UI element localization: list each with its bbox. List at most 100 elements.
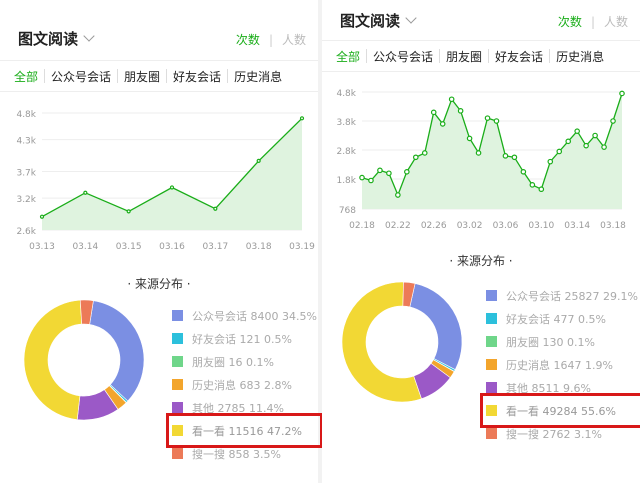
data-point — [466, 135, 473, 142]
legend-label: 看一看 49284 55.6% — [506, 404, 616, 418]
y-tick-label: 4.8k — [336, 89, 356, 99]
data-point — [619, 90, 625, 97]
x-tick-label: 03.13 — [29, 242, 55, 252]
tab-history[interactable]: 历史消息 — [550, 48, 610, 65]
data-point — [520, 168, 527, 175]
x-tick-label: 03.10 — [528, 221, 554, 231]
reads-trend-chart: 4.8k 3.8k 2.8k 1.8k 768 02.18 02.22 02.26 03.02 0… — [336, 89, 626, 231]
legend-label: 搜一搜 2762 3.1% — [506, 427, 602, 441]
data-point — [574, 128, 580, 134]
legend-label: 好友会话 477 0.5% — [506, 312, 606, 326]
x-tick-label: 02.18 — [349, 221, 375, 231]
x-tick-label: 03.14 — [564, 221, 590, 231]
panel-title[interactable]: 图文阅读 — [340, 10, 400, 31]
x-tick-label: 03.02 — [457, 221, 483, 231]
data-point — [359, 174, 365, 181]
tab-friend-chat[interactable]: 好友会话 — [489, 48, 549, 65]
source-donut-chart — [341, 281, 463, 403]
legend-item: 其他 8511 9.6% — [486, 376, 638, 399]
data-point — [126, 209, 131, 214]
donut-slice — [409, 283, 463, 371]
legend-item: 公众号会话 25827 29.1% — [486, 284, 638, 307]
tab-all[interactable]: 全部 — [8, 68, 44, 85]
data-point — [547, 158, 554, 165]
series-area — [362, 93, 622, 209]
data-point — [610, 118, 616, 124]
reads-trend-chart: 4.8k 4.3k 3.7k 3.2k 2.6k 03.13 03.14 03.15 03.16… — [16, 110, 315, 252]
x-tick-label: 02.22 — [385, 221, 411, 231]
y-tick-label: 3.2k — [16, 195, 36, 205]
tab-moments[interactable]: 朋友圈 — [118, 68, 166, 85]
legend-label: 朋友圈 130 0.1% — [506, 335, 595, 349]
data-point — [412, 154, 419, 161]
metric-count-toggle[interactable]: 次数 — [558, 15, 582, 29]
data-point — [368, 177, 374, 184]
right-panel: 图文阅读 次数 | 人数 全部 公众号会话 朋友圈 好友会话 历史消息 4.8k 3.… — [322, 0, 640, 483]
data-point — [299, 116, 305, 121]
data-point — [529, 182, 536, 188]
data-point — [386, 170, 392, 177]
legend-swatch — [486, 428, 497, 439]
data-point — [169, 185, 175, 190]
metric-switch: 次数 | 人数 — [236, 31, 306, 48]
legend-swatch — [486, 405, 497, 416]
y-tick-label: 2.8k — [336, 147, 356, 157]
legend-item-highlighted: 看一看 11516 47.2% — [166, 413, 323, 448]
chevron-down-icon[interactable] — [405, 12, 417, 24]
data-point — [601, 144, 607, 150]
panel-header: 图文阅读 次数 | 人数 — [18, 28, 306, 54]
legend-label: 其他 2785 11.4% — [192, 401, 284, 415]
legend-label: 朋友圈 16 0.1% — [192, 355, 274, 369]
data-point — [213, 206, 218, 211]
tab-official-account[interactable]: 公众号会话 — [45, 68, 117, 85]
series-area — [42, 118, 302, 230]
legend-item: 朋友圈 16 0.1% — [172, 350, 317, 373]
metric-users-toggle[interactable]: 人数 — [282, 33, 306, 47]
data-point — [502, 153, 509, 159]
data-point — [421, 150, 428, 156]
metric-users-toggle[interactable]: 人数 — [604, 15, 628, 29]
source-legend: 公众号会话 8400 34.5% 好友会话 121 0.5% 朋友圈 16 0.1%… — [166, 304, 323, 465]
source-distribution-title: · 来源分布 · — [449, 254, 513, 268]
legend-item: 朋友圈 130 0.1% — [486, 330, 638, 353]
data-point — [39, 214, 45, 219]
metric-separator: | — [590, 15, 595, 29]
legend-item: 搜一搜 858 3.5% — [172, 442, 317, 465]
left-panel: 图文阅读 次数 | 人数 全部 公众号会话 朋友圈 好友会话 历史消息 4.8k 4.… — [0, 0, 323, 483]
data-point — [592, 132, 598, 139]
tab-official-account[interactable]: 公众号会话 — [367, 48, 439, 65]
metric-separator: | — [268, 33, 273, 47]
data-point — [484, 115, 491, 121]
data-point — [430, 109, 437, 116]
data-point — [475, 150, 482, 156]
data-point — [439, 121, 446, 127]
x-tick-label: 03.17 — [202, 242, 228, 252]
source-donut-chart — [23, 299, 145, 421]
legend-swatch — [486, 359, 497, 370]
metric-switch: 次数 | 人数 — [558, 13, 628, 30]
tab-friend-chat[interactable]: 好友会话 — [167, 68, 227, 85]
legend-swatch — [172, 448, 183, 459]
tab-all[interactable]: 全部 — [330, 48, 366, 65]
legend-swatch — [172, 333, 183, 344]
y-tick-label: 4.3k — [16, 137, 36, 147]
legend-label: 历史消息 683 2.8% — [192, 378, 292, 392]
legend-swatch — [172, 425, 183, 436]
y-tick-label: 3.7k — [16, 169, 36, 179]
legend-label: 其他 8511 9.6% — [506, 381, 591, 395]
tab-moments[interactable]: 朋友圈 — [440, 48, 488, 65]
x-tick-label: 02.26 — [421, 221, 447, 231]
panel-title[interactable]: 图文阅读 — [18, 28, 78, 49]
legend-item: 搜一搜 2762 3.1% — [486, 422, 638, 445]
legend-swatch — [486, 336, 497, 347]
source-legend: 公众号会话 25827 29.1% 好友会话 477 0.5% 朋友圈 130 0.… — [480, 284, 640, 445]
source-distribution-title: · 来源分布 · — [127, 277, 191, 291]
panel-header: 图文阅读 次数 | 人数 — [340, 10, 628, 36]
metric-count-toggle[interactable]: 次数 — [236, 33, 260, 47]
y-tick-label: 2.6k — [16, 227, 36, 237]
tab-history[interactable]: 历史消息 — [228, 68, 288, 85]
x-tick-label: 03.06 — [493, 221, 519, 231]
data-point — [457, 108, 464, 114]
chevron-down-icon[interactable] — [83, 30, 95, 42]
data-point — [556, 148, 563, 155]
